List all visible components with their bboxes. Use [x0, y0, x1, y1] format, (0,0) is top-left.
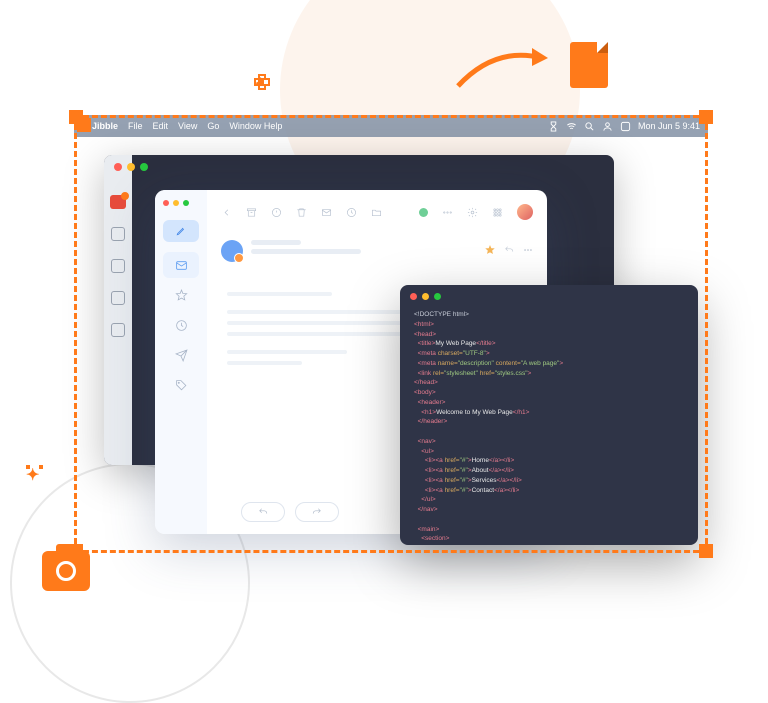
share-arrow-icon [450, 38, 560, 103]
plus-decoration-icon: ✦ [254, 74, 266, 86]
plus-decoration-icon: ✦ [26, 465, 41, 480]
camera-icon [42, 551, 90, 591]
document-icon [570, 42, 608, 88]
screenshot-selection[interactable] [74, 115, 708, 553]
